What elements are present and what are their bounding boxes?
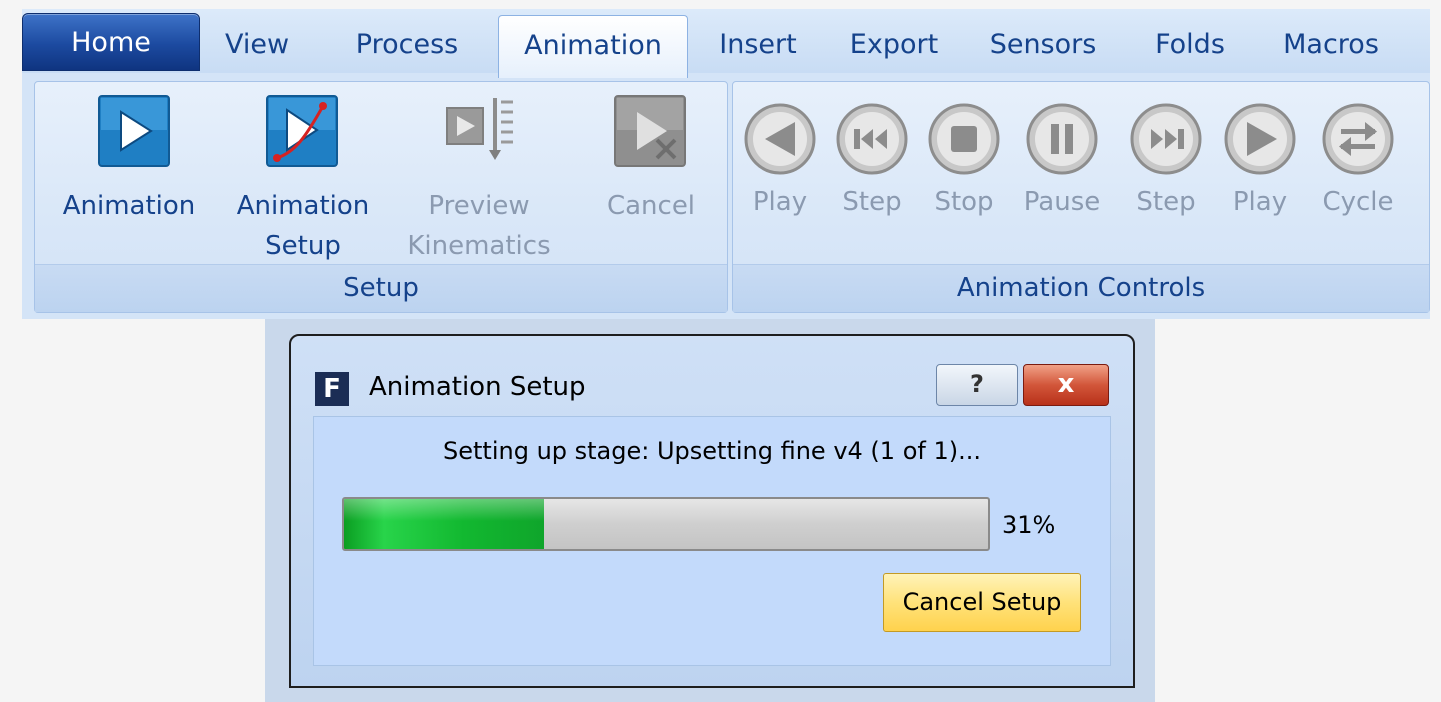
cancel-setup-button[interactable]: Cancel Setup [883, 573, 1081, 632]
stop-label: Stop [934, 187, 994, 217]
play-forward-icon[interactable] [1223, 102, 1297, 176]
tab-view[interactable]: View [222, 15, 292, 75]
animation-setup-label-line1: Animation [236, 191, 370, 221]
close-button[interactable]: x [1023, 364, 1109, 406]
progress-percent: 31% [1002, 511, 1056, 539]
cancel-icon [614, 95, 686, 167]
step-forward-icon[interactable] [1129, 102, 1203, 176]
pause-label: Pause [1023, 187, 1101, 217]
animation-setup-icon [266, 95, 338, 167]
app-logo-icon: F [315, 372, 349, 406]
animation-setup-dialog: Animation Setup F ? x Setting up stage: … [289, 334, 1135, 688]
animation-setup-label-line2: Setup [265, 231, 341, 261]
progress-bar [342, 497, 990, 551]
cycle-label: Cycle [1322, 187, 1394, 217]
play-reverse-icon[interactable] [743, 102, 817, 176]
step-back-icon[interactable] [835, 102, 909, 176]
step-back-label: Step [842, 187, 902, 217]
step-forward-label: Step [1136, 187, 1196, 217]
play-forward-label: Play [1232, 187, 1288, 217]
ribbon-tab-bar: Home View Process Animation Insert Expor… [22, 9, 1430, 78]
preview-kinematics-icon [446, 98, 513, 160]
status-text: Setting up stage: Upsetting fine v4 (1 o… [443, 437, 981, 465]
preview-kinematics-button[interactable]: Preview Kinematics [399, 94, 559, 264]
pause-icon[interactable] [1025, 102, 1099, 176]
preview-kinematics-label-line1: Preview [428, 191, 530, 221]
tab-export[interactable]: Export [848, 15, 940, 75]
dialog-content: Setting up stage: Upsetting fine v4 (1 o… [313, 416, 1111, 666]
animation-button-label: Animation [62, 191, 196, 221]
tab-sensors[interactable]: Sensors [988, 15, 1098, 75]
dialog-title: Animation Setup [369, 372, 586, 402]
animation-controls-group-title: Animation Controls [733, 264, 1429, 312]
cancel-button-label: Cancel [606, 191, 696, 221]
tab-animation[interactable]: Animation [498, 15, 688, 78]
setup-group-title: Setup [35, 264, 727, 312]
play-reverse-label: Play [752, 187, 808, 217]
animation-setup-button[interactable]: Animation Setup [223, 94, 383, 264]
ribbon: Home View Process Animation Insert Expor… [22, 9, 1430, 319]
play-icon [98, 95, 170, 167]
cancel-button[interactable]: Cancel [591, 94, 711, 264]
progress-fill [344, 499, 544, 549]
cycle-icon[interactable] [1321, 102, 1395, 176]
animation-controls-group: Play Step Stop Pause Step Play Cycle Ani… [732, 81, 1430, 313]
animation-button[interactable]: Animation [49, 94, 209, 264]
tab-process[interactable]: Process [348, 15, 466, 75]
tab-insert[interactable]: Insert [716, 15, 800, 75]
tab-macros[interactable]: Macros [1276, 15, 1386, 75]
setup-group: Animation Animation Setup Preview Kinema… [34, 81, 728, 313]
tab-home[interactable]: Home [22, 13, 200, 71]
help-button[interactable]: ? [936, 364, 1018, 406]
stop-icon[interactable] [927, 102, 1001, 176]
preview-kinematics-label-line2: Kinematics [407, 231, 551, 261]
tab-folds[interactable]: Folds [1150, 15, 1230, 75]
